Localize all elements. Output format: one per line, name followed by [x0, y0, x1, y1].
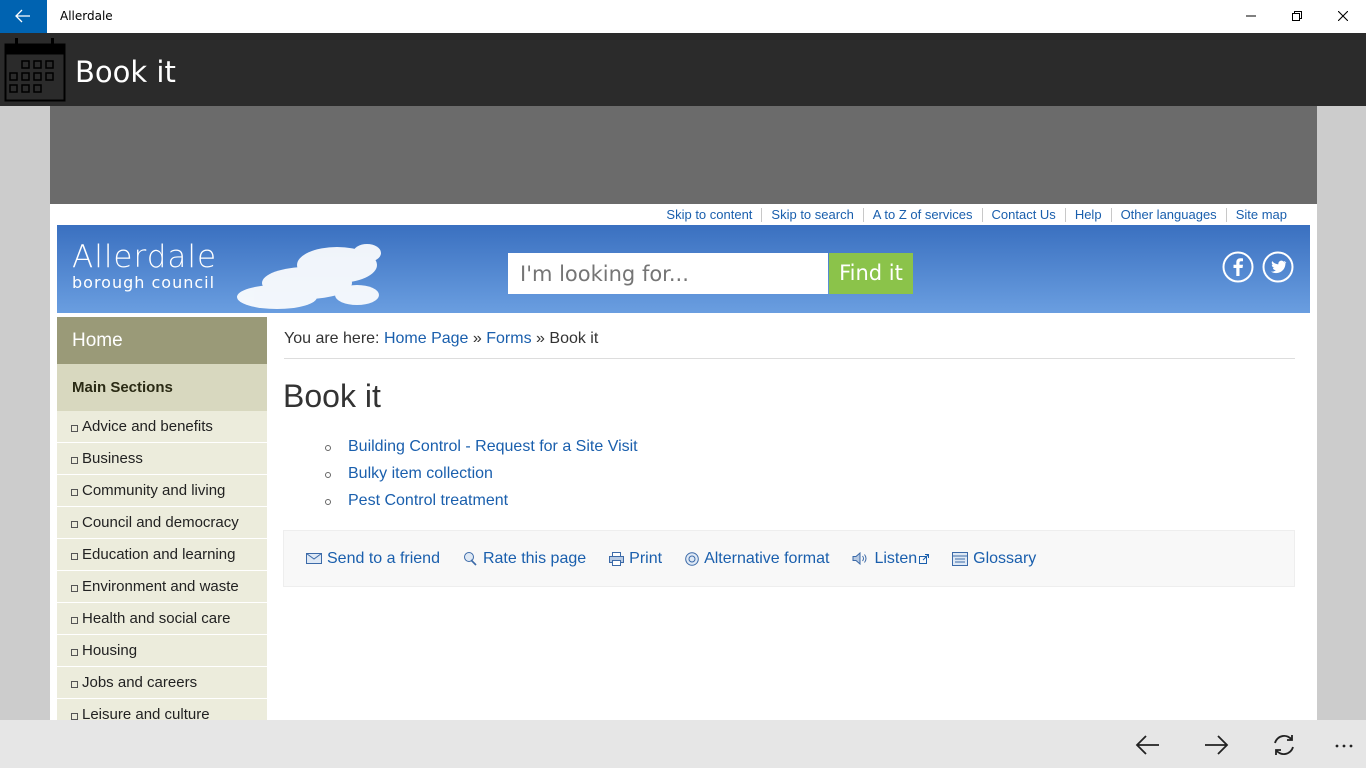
help-link[interactable]: Help [1064, 208, 1111, 222]
breadcrumb-divider [284, 358, 1295, 359]
listen-tool[interactable]: Listen [852, 549, 930, 568]
print-label: Print [629, 549, 663, 567]
sidebar-item-environment[interactable]: Environment and waste [57, 571, 267, 603]
app-title: Book it [75, 55, 176, 89]
alternative-format-icon [685, 551, 699, 566]
contact-us-link[interactable]: Contact Us [981, 208, 1065, 222]
bulky-item-link[interactable]: Bulky item collection [348, 465, 493, 482]
sidebar-item-council[interactable]: Council and democracy [57, 507, 267, 539]
window-title-bar: Allerdale [0, 0, 1366, 33]
site-visit-link[interactable]: Building Control - Request for a Site Vi… [348, 438, 638, 455]
facebook-icon[interactable] [1222, 251, 1254, 283]
sidebar-item-jobs[interactable]: Jobs and careers [57, 667, 267, 699]
form-links-list: Building Control - Request for a Site Vi… [322, 437, 638, 518]
twitter-icon[interactable] [1262, 251, 1294, 283]
refresh-icon [1274, 735, 1294, 755]
glossary-icon [952, 551, 969, 566]
skip-to-content-link[interactable]: Skip to content [657, 208, 761, 222]
breadcrumb-prefix: You are here: [284, 330, 380, 347]
sidebar-item-housing[interactable]: Housing [57, 635, 267, 667]
cloud-image [237, 244, 381, 309]
envelope-icon [306, 553, 322, 564]
site-header: Allerdale borough council Find it [57, 225, 1310, 313]
send-to-friend-tool[interactable]: Send to a friend [306, 550, 440, 568]
browser-bottom-bar [0, 720, 1366, 768]
page-tools-bar: Send to a friend Rate this page Print Al… [283, 530, 1295, 587]
sidebar-item-health[interactable]: Health and social care [57, 603, 267, 635]
back-button[interactable] [0, 0, 47, 33]
more-icon [1335, 744, 1353, 748]
list-item: Bulky item collection [322, 464, 638, 491]
speaker-icon [852, 552, 867, 565]
breadcrumb-current: Book it [549, 330, 599, 347]
minimize-icon [1246, 15, 1256, 17]
glossary-tool[interactable]: Glossary [952, 550, 1036, 568]
print-tool[interactable]: Print [609, 550, 662, 568]
restore-icon [1292, 11, 1302, 21]
calendar-icon [4, 38, 66, 102]
breadcrumb-forms-link[interactable]: Forms [486, 330, 531, 347]
arrow-right-icon [1205, 735, 1229, 755]
gray-banner [50, 106, 1317, 204]
minimize-button[interactable] [1228, 0, 1274, 33]
top-links: Skip to content Skip to search A to Z of… [657, 206, 1296, 224]
a-to-z-link[interactable]: A to Z of services [862, 208, 982, 222]
more-options-button[interactable] [1330, 732, 1358, 758]
sidebar-item-education[interactable]: Education and learning [57, 539, 267, 571]
list-item: Pest Control treatment [322, 491, 638, 518]
breadcrumb: You are here: Home Page » Forms » Book i… [284, 330, 598, 348]
external-link-icon [919, 553, 930, 564]
sidebar-nav: Home Main Sections Advice and benefits B… [57, 317, 267, 720]
alternative-format-label: Alternative format [704, 549, 830, 567]
listen-label: Listen [874, 549, 918, 567]
window-title: Allerdale [60, 9, 113, 23]
skip-to-search-link[interactable]: Skip to search [761, 208, 862, 222]
browser-forward-button[interactable] [1203, 732, 1231, 758]
sidebar-item-community[interactable]: Community and living [57, 475, 267, 507]
rate-page-tool[interactable]: Rate this page [463, 550, 586, 568]
list-item: Building Control - Request for a Site Vi… [322, 437, 638, 464]
search-input[interactable] [508, 253, 828, 294]
web-page: Skip to content Skip to search A to Z of… [50, 106, 1317, 720]
sidebar-home[interactable]: Home [57, 317, 267, 364]
sidebar-item-leisure[interactable]: Leisure and culture [57, 699, 267, 720]
close-button[interactable] [1320, 0, 1366, 33]
find-it-button[interactable]: Find it [829, 253, 913, 294]
restore-button[interactable] [1274, 0, 1320, 33]
sidebar-item-business[interactable]: Business [57, 443, 267, 475]
printer-icon [609, 551, 625, 566]
site-map-link[interactable]: Site map [1225, 208, 1296, 222]
send-to-friend-label: Send to a friend [327, 549, 440, 567]
page-title: Book it [283, 378, 381, 414]
rate-page-label: Rate this page [482, 549, 587, 567]
logo-name: Allerdale [72, 239, 218, 275]
arrow-left-icon [1135, 735, 1159, 755]
pest-control-link[interactable]: Pest Control treatment [348, 492, 508, 509]
breadcrumb-separator: » [472, 330, 482, 347]
alternative-format-tool[interactable]: Alternative format [685, 550, 829, 568]
other-languages-link[interactable]: Other languages [1110, 208, 1226, 222]
web-view: Skip to content Skip to search A to Z of… [0, 106, 1366, 720]
breadcrumb-separator: » [536, 330, 545, 347]
close-icon [1338, 11, 1348, 21]
arrow-left-icon [15, 9, 30, 23]
breadcrumb-home-link[interactable]: Home Page [384, 330, 469, 347]
browser-refresh-button[interactable] [1271, 732, 1299, 758]
sidebar-item-advice[interactable]: Advice and benefits [57, 411, 267, 443]
sidebar-main-sections: Main Sections [57, 364, 267, 411]
logo-subtitle: borough council [72, 273, 216, 292]
rate-icon [463, 551, 477, 566]
app-header: Book it [0, 33, 1366, 106]
browser-back-button[interactable] [1135, 732, 1163, 758]
glossary-label: Glossary [973, 549, 1037, 567]
